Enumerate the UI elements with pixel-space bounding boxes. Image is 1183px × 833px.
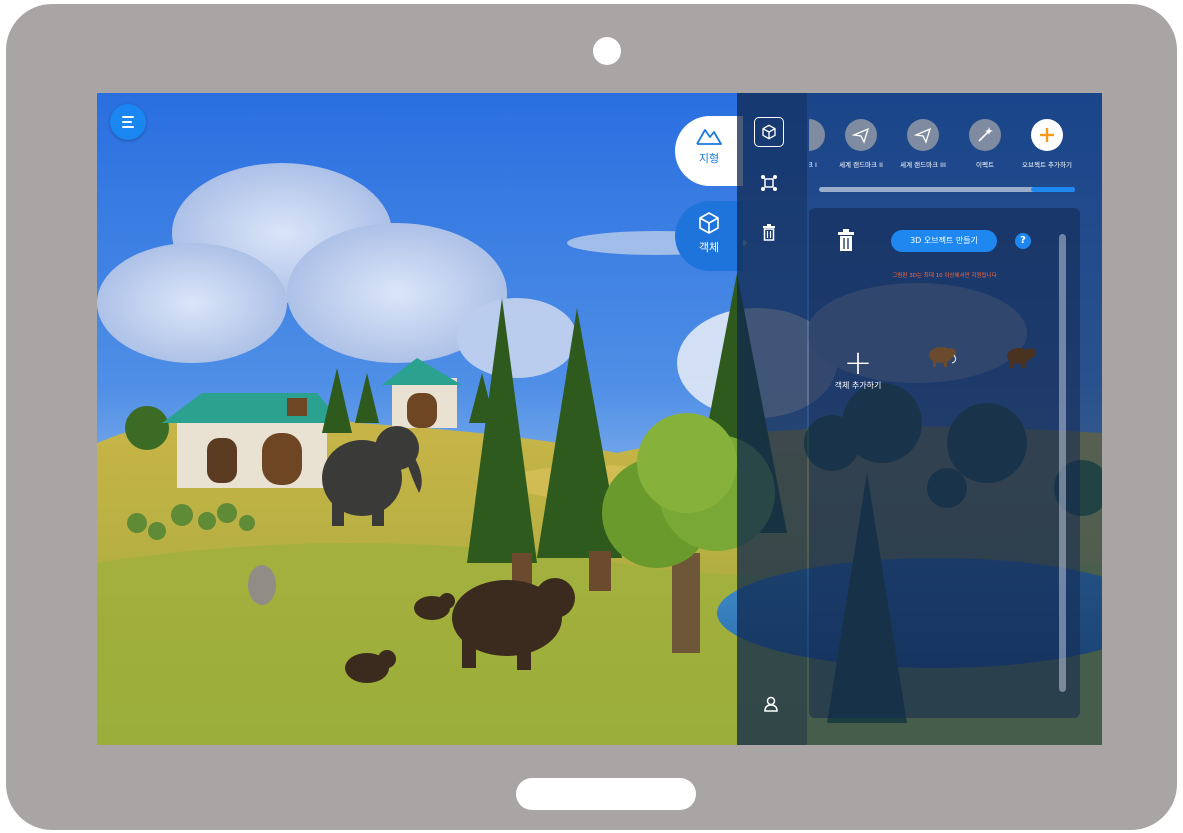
hamburger-icon	[122, 116, 134, 118]
airplane-icon	[845, 119, 877, 151]
plus-icon: +	[843, 343, 873, 383]
menu-button[interactable]	[110, 104, 146, 140]
add-object-button[interactable]: + 객체 추가하기	[813, 346, 903, 391]
plus-icon	[1031, 119, 1063, 151]
camera-dot	[593, 37, 621, 65]
house-left	[162, 393, 342, 488]
category-scrollbar[interactable]	[819, 187, 1075, 192]
tab-object-label: 객체	[698, 241, 720, 254]
object-panel: 마크 I 세계 랜드마크 II 세계 랜드마크 III 이펙트	[737, 93, 1102, 745]
object-list-scrollbar[interactable]	[1059, 234, 1066, 692]
category-landmark-2[interactable]: 세계 랜드마크 II	[831, 119, 891, 169]
airplane-icon	[907, 119, 939, 151]
add-object-label: 객체 추가하기	[834, 381, 882, 390]
category-label: 세계 랜드마크 III	[900, 161, 946, 169]
category-label: 오브젝트 추가하기	[1022, 161, 1072, 169]
compatibility-notice: 그림판 3D는 최대 10 이상에서만 지원됩니다	[892, 273, 997, 279]
trash-icon	[763, 224, 775, 241]
rail-transform-button[interactable]	[754, 168, 784, 198]
cube-icon	[699, 212, 719, 234]
tool-rail	[737, 93, 807, 745]
category-strip: 마크 I 세계 랜드마크 II 세계 랜드마크 III 이펙트	[809, 119, 1079, 179]
category-label: 세계 랜드마크 II	[839, 161, 883, 169]
rail-delete-button[interactable]	[754, 217, 784, 247]
delete-all-button[interactable]	[837, 228, 855, 256]
object-list-panel: 3D 오브젝트 만들기 ? 그림판 3D는 최대 10 이상에서만 지원됩니다 …	[809, 208, 1080, 718]
bear-thumbnail[interactable]	[1004, 344, 1038, 370]
mammoth-thumbnail[interactable]	[924, 343, 958, 369]
category-scroll-thumb[interactable]	[1031, 187, 1075, 192]
trash-icon	[838, 229, 854, 251]
magic-wand-icon	[969, 119, 1001, 151]
user-button[interactable]	[759, 692, 783, 716]
category-label: 이펙트	[976, 161, 994, 169]
mountain-icon	[696, 129, 722, 145]
transform-icon	[761, 175, 777, 191]
create-3d-object-button[interactable]: 3D 오브젝트 만들기	[891, 230, 997, 252]
tab-terrain[interactable]: 지형	[675, 116, 743, 186]
category-add-object[interactable]: 오브젝트 추가하기	[1017, 119, 1077, 169]
category-effect[interactable]: 이펙트	[955, 119, 1015, 169]
tab-terrain-label: 지형	[698, 152, 720, 165]
help-button[interactable]: ?	[1015, 233, 1031, 249]
rail-object-button[interactable]	[754, 117, 784, 147]
home-button[interactable]	[516, 778, 696, 810]
app-screen: 지형 객체 크 I 세계 랜드마크 II 세계 랜드마크 III 이펙트 오브젝…	[97, 93, 1102, 745]
category-landmark-3[interactable]: 세계 랜드마크 III	[893, 119, 953, 169]
landmark-icon	[809, 119, 825, 151]
cube-outline-icon	[762, 124, 776, 140]
user-icon	[764, 696, 778, 712]
tab-object[interactable]: 객체	[675, 201, 743, 271]
